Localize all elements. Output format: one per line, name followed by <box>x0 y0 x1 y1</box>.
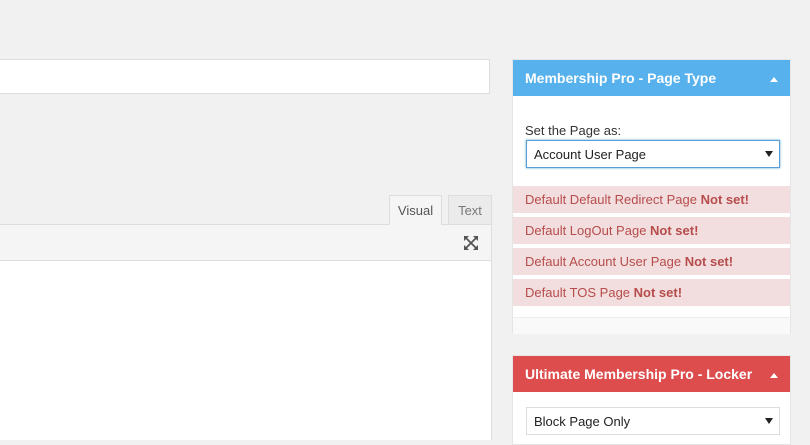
notice-text: Default LogOut Page <box>525 223 651 238</box>
post-title-input[interactable] <box>0 59 490 94</box>
notice-text: Default Account User Page <box>525 254 685 269</box>
chevron-down-icon <box>765 418 773 424</box>
notice-text: Default TOS Page <box>525 285 634 300</box>
page-type-metabox-title: Membership Pro - Page Type <box>525 70 717 86</box>
metabox-footer <box>513 317 790 334</box>
notice-status: Not set! <box>684 254 734 269</box>
locker-metabox-header[interactable]: Ultimate Membership Pro - Locker <box>513 356 790 392</box>
locker-type-select-value: Block Page Only <box>534 414 631 429</box>
notice-logout-page: Default LogOut Page Not set! <box>513 217 790 244</box>
notice-account-user-page: Default Account User Page Not set! <box>513 248 790 275</box>
page-type-metabox: Membership Pro - Page Type Set the Page … <box>512 59 791 334</box>
editor-content-area[interactable] <box>0 260 492 440</box>
caret-up-icon[interactable] <box>769 72 779 82</box>
page-type-select-value: Account User Page <box>534 147 647 162</box>
notice-tos-page: Default TOS Page Not set! <box>513 279 790 306</box>
editor-toolbar <box>0 224 492 261</box>
tab-text[interactable]: Text <box>448 195 492 224</box>
set-page-label: Set the Page as: <box>525 123 622 138</box>
page-type-metabox-header[interactable]: Membership Pro - Page Type <box>513 60 790 96</box>
locker-metabox: Ultimate Membership Pro - Locker Block P… <box>512 355 791 445</box>
notice-status: Not set! <box>700 192 749 207</box>
notice-status: Not set! <box>633 285 683 300</box>
locker-type-select[interactable]: Block Page Only <box>526 407 780 435</box>
tab-visual[interactable]: Visual <box>389 195 442 225</box>
locker-metabox-title: Ultimate Membership Pro - Locker <box>525 366 753 382</box>
caret-up-icon[interactable] <box>769 368 779 378</box>
notice-status: Not set! <box>650 223 699 238</box>
notice-text: Default Default Redirect Page <box>525 192 701 207</box>
expand-arrows-icon[interactable] <box>463 235 479 251</box>
chevron-down-icon <box>765 151 773 157</box>
notice-redirect-page: Default Default Redirect Page Not set! <box>513 186 790 213</box>
page-type-select[interactable]: Account User Page <box>526 140 780 168</box>
